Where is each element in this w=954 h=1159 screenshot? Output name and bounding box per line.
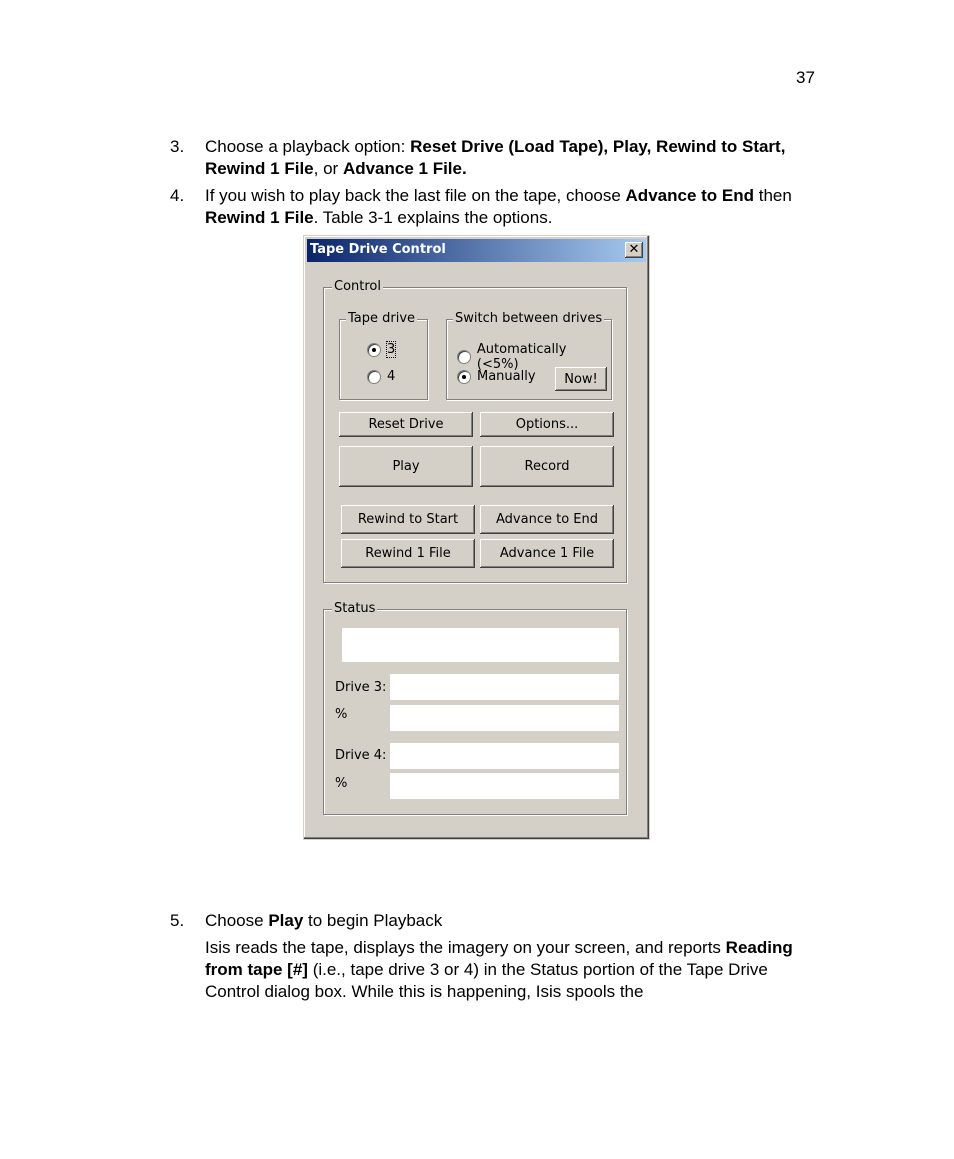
step-number: 5.: [170, 911, 185, 930]
text-run: Choose: [205, 911, 269, 930]
drive-4-label: Drive 4:: [335, 748, 387, 763]
text-run: to begin Playback: [303, 911, 443, 930]
tape-drive-group-label: Tape drive: [346, 311, 418, 326]
text-run: . Table 3-1 explains the options.: [313, 208, 553, 227]
bold-text: Advance to End: [625, 186, 754, 205]
text-run: Isis reads the tape, displays the imager…: [205, 938, 726, 957]
status-group-label: Status: [332, 601, 378, 616]
rewind-to-start-button[interactable]: Rewind to Start: [341, 505, 475, 534]
advance-to-end-button[interactable]: Advance to End: [480, 505, 614, 534]
drive-4-percent-label: %: [335, 776, 348, 791]
radio-label: 3: [385, 341, 397, 358]
drive-3-percent-label: %: [335, 707, 348, 722]
now-button[interactable]: Now!: [555, 367, 607, 391]
bold-text: Advance 1 File.: [342, 159, 467, 178]
drive-3-percent-field: [390, 705, 619, 731]
tape-drive-group: Tape drive 3 4: [339, 311, 428, 400]
radio-drive-3[interactable]: 3: [367, 341, 397, 358]
text-run: , or: [313, 159, 343, 178]
switch-drives-group-label: Switch between drives: [453, 311, 605, 326]
step-text: Choose Play to begin Playback: [205, 910, 825, 932]
bold-text: Rewind 1 File: [205, 208, 314, 227]
radio-drive-4[interactable]: 4: [367, 369, 395, 384]
drive-3-field: [390, 674, 619, 700]
step-number: 4.: [170, 186, 185, 205]
step-text: Choose a playback option: Reset Drive (L…: [205, 136, 825, 180]
text-run: If you wish to play back the last file o…: [205, 186, 626, 205]
status-group: Status Drive 3: % Drive 4: %: [323, 601, 627, 815]
drive-4-field: [390, 743, 619, 769]
drive-4-percent-field: [390, 773, 619, 799]
step-5-paragraph: Isis reads the tape, displays the imager…: [205, 937, 825, 1003]
advance-1-file-button[interactable]: Advance 1 File: [480, 539, 614, 568]
play-button[interactable]: Play: [339, 446, 473, 487]
radio-button[interactable]: [367, 369, 381, 384]
close-button[interactable]: ✕: [625, 242, 643, 258]
options-button[interactable]: Options...: [480, 412, 614, 437]
radio-button[interactable]: [457, 369, 471, 384]
dialog-title: Tape Drive Control: [310, 242, 446, 257]
tape-drive-control-dialog: Tape Drive Control ✕ Control Tape drive …: [303, 235, 650, 840]
record-button[interactable]: Record: [480, 446, 614, 487]
step-text: If you wish to play back the last file o…: [205, 185, 825, 229]
radio-label: Manually: [477, 369, 536, 384]
reset-drive-button[interactable]: Reset Drive: [339, 412, 473, 437]
page-number: 37: [796, 68, 815, 87]
switch-drives-group: Switch between drives Automatically (<5%…: [446, 311, 612, 400]
close-icon: ✕: [628, 242, 640, 257]
radio-button[interactable]: [457, 350, 471, 364]
rewind-1-file-button[interactable]: Rewind 1 File: [341, 539, 475, 568]
bold-text: Play: [268, 911, 304, 930]
control-group-label: Control: [332, 279, 383, 294]
drive-3-label: Drive 3:: [335, 680, 387, 695]
title-bar[interactable]: Tape Drive Control ✕: [307, 239, 646, 262]
text-run: then: [754, 186, 792, 205]
radio-manually[interactable]: Manually: [457, 369, 536, 384]
radio-button[interactable]: [367, 342, 381, 357]
text-run: Choose a playback option:: [205, 137, 411, 156]
control-group: Control Tape drive 3 4 Switch between dr…: [323, 279, 627, 583]
status-text-field: [342, 628, 619, 662]
radio-label: 4: [387, 369, 396, 384]
step-number: 3.: [170, 137, 185, 156]
